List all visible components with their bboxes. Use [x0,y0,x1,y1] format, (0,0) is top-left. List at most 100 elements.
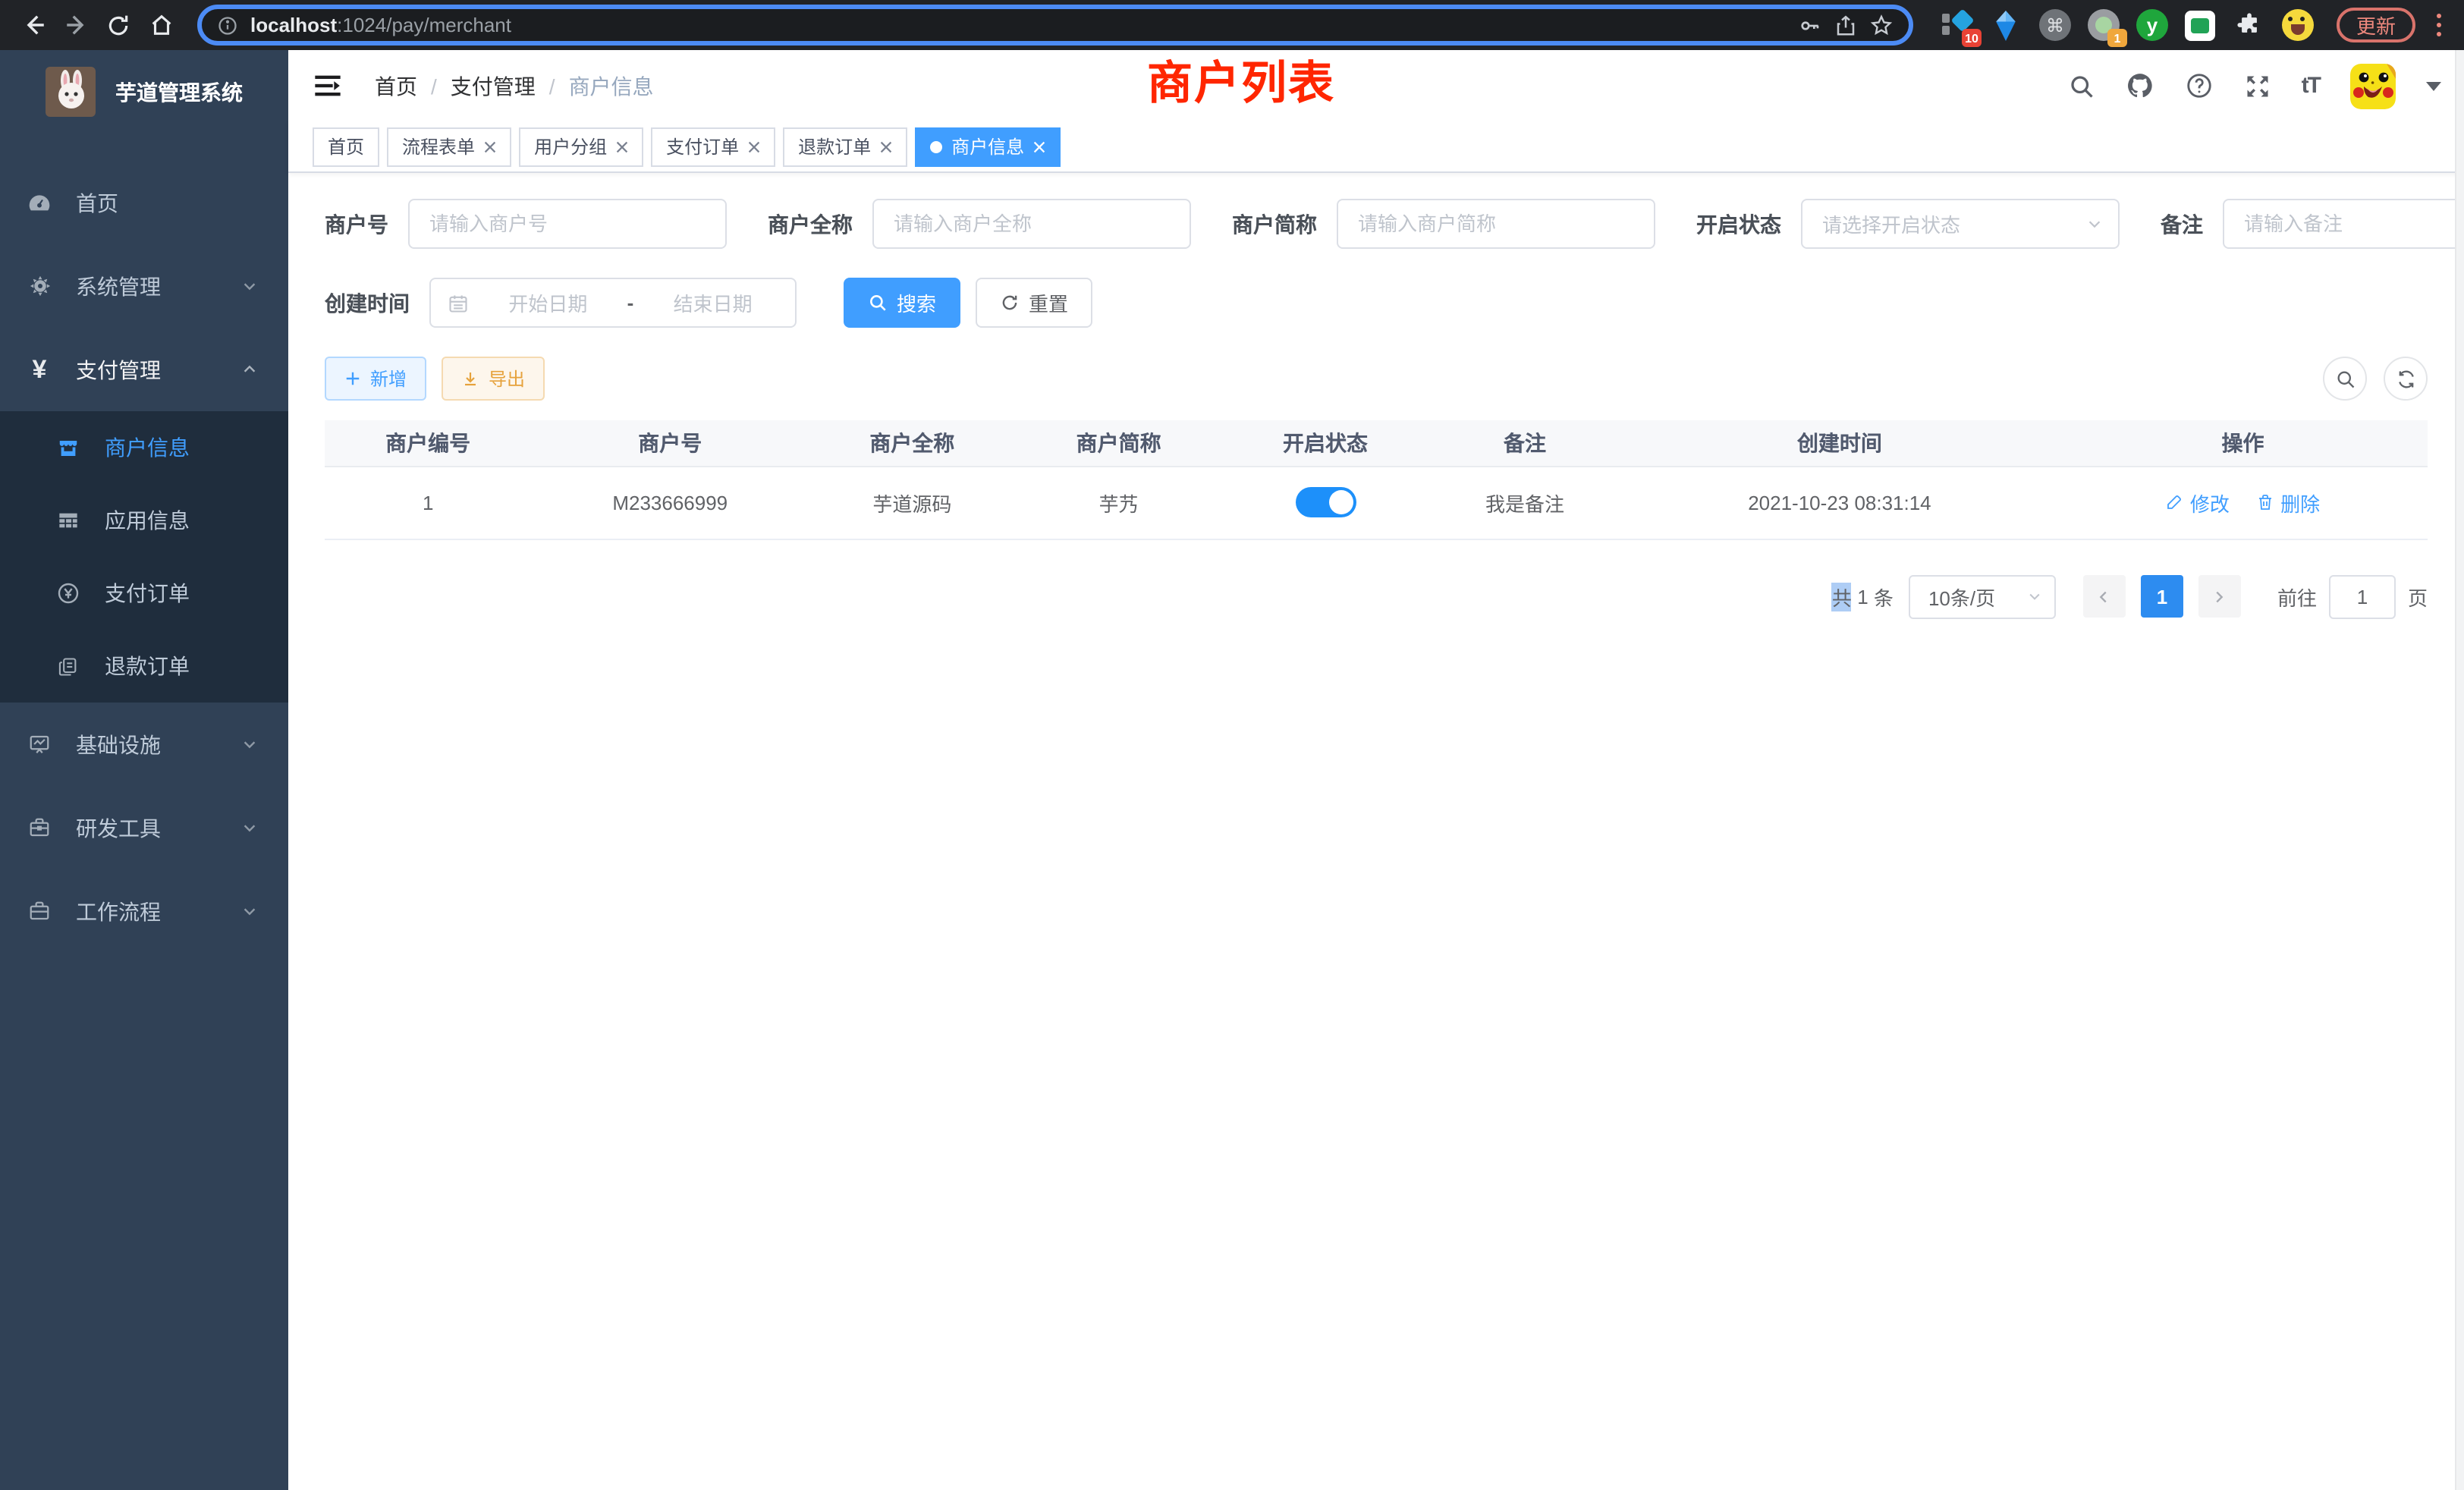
goto-page-input[interactable] [2329,574,2396,618]
edit-button[interactable]: 修改 [2166,488,2230,517]
filter-create-time: 创建时间 开始日期 - 结束日期 [325,278,797,328]
sidebar-item-refund-order[interactable]: 退款订单 [0,630,288,703]
column-header: 商户全称 [809,420,1015,466]
toolbox-icon [27,816,52,839]
avatar-dropdown-caret-icon[interactable] [2426,81,2441,90]
prev-page-button[interactable] [2083,575,2126,618]
add-button[interactable]: 新增 [325,357,426,401]
github-button[interactable] [2126,71,2154,100]
sidebar-item-payment[interactable]: ¥ 支付管理 [0,328,288,411]
breadcrumb-home[interactable]: 首页 [375,71,417,101]
full-name-input[interactable] [872,199,1191,249]
browser-reload-button[interactable] [100,7,137,43]
close-icon[interactable] [1033,140,1045,152]
export-button[interactable]: 导出 [442,357,545,401]
status-toggle[interactable] [1295,487,1356,517]
short-name-input[interactable] [1337,199,1655,249]
close-icon[interactable] [748,140,760,152]
cell-merchant-no: M233666999 [531,466,809,539]
total-prefix: 共 [1832,582,1852,611]
table-toolbar: 新增 导出 [325,357,2428,401]
bookmark-star-icon[interactable] [1869,13,1894,37]
password-key-icon[interactable] [1798,13,1822,37]
date-separator: - [627,291,634,314]
extension-badge: 10 [1962,29,1982,47]
close-icon[interactable] [616,140,628,152]
sidebar-item-infrastructure[interactable]: 基础设施 [0,703,288,786]
sidebar-item-workflow[interactable]: 工作流程 [0,869,288,953]
sidebar-collapse-button[interactable] [311,69,344,102]
browser-update-button[interactable]: 更新 [2337,8,2415,42]
tag-label: 流程表单 [402,134,475,159]
tag-process-form[interactable]: 流程表单 [387,127,511,166]
sidebar-item-merchant-info[interactable]: 商户信息 [0,411,288,484]
screen: localhost:1024/pay/merchant 10 ⌘ 1 [0,0,2464,1490]
app-shell: 芋道管理系统 首页 系统管理 [0,50,2464,1490]
user-avatar[interactable] [2350,63,2396,108]
fullscreen-icon [2244,72,2271,99]
chevron-down-icon [2086,215,2103,232]
remark-input[interactable] [2223,199,2464,249]
help-button[interactable] [2185,71,2214,100]
column-header: 备注 [1428,420,1621,466]
page-1-button[interactable]: 1 [2141,575,2183,618]
filter-remark: 备注 [2161,199,2464,249]
share-icon[interactable] [1834,13,1857,37]
sidebar-logo[interactable]: 芋道管理系统 [0,50,288,134]
browser-back-button[interactable] [15,7,52,43]
sidebar-item-home[interactable]: 首页 [0,161,288,244]
page-size-select[interactable]: 10条/页 [1909,574,2056,618]
extension-y-icon[interactable]: y [2135,8,2170,42]
reset-button[interactable]: 重置 [976,278,1092,328]
sidebar-item-label: 商户信息 [105,432,190,463]
extension-recorder-icon[interactable]: 1 [2086,8,2121,42]
status-select[interactable]: 请选择开启状态 [1801,199,2120,249]
tag-label: 商户信息 [951,134,1024,159]
tag-merchant-info-active[interactable]: 商户信息 [915,127,1061,166]
sidebar-item-system[interactable]: 系统管理 [0,244,288,328]
close-icon[interactable] [880,140,892,152]
browser-menu-button[interactable] [2428,8,2449,42]
sidebar-item-dev-tools[interactable]: 研发工具 [0,786,288,869]
extension-command-icon[interactable]: ⌘ [2038,8,2073,42]
search-button[interactable] [2068,72,2095,99]
total-count: 共 1 条 [1832,582,1894,611]
fullscreen-button[interactable] [2244,72,2271,99]
button-label: 修改 [2190,488,2230,517]
cell-full-name: 芋道源码 [809,466,1015,539]
main-area: 首页 / 支付管理 / 商户信息 商户列表 [288,50,2464,1490]
extension-pin-icon[interactable] [1989,8,2024,42]
refresh-table-button[interactable] [2384,357,2428,401]
tag-home[interactable]: 首页 [313,127,379,166]
profile-avatar-icon[interactable] [2280,8,2315,42]
column-header: 商户简称 [1016,420,1222,466]
chevron-down-icon [241,274,258,298]
search-submit-button[interactable]: 搜索 [844,278,960,328]
cell-create-time: 2021-10-23 08:31:14 [1621,466,2058,539]
extension-tasks-icon[interactable]: 10 [1941,8,1975,42]
breadcrumb-payment[interactable]: 支付管理 [451,71,536,101]
start-date-placeholder[interactable]: 开始日期 [482,288,614,317]
end-date-placeholder[interactable]: 结束日期 [647,288,778,317]
sidebar-item-app-info[interactable]: 应用信息 [0,484,288,557]
sidebar-item-pay-order[interactable]: 支付订单 [0,557,288,630]
merchant-no-input[interactable] [408,199,727,249]
hide-search-button[interactable] [2323,357,2367,401]
page-title-annotation: 商户列表 [1147,55,1335,115]
question-circle-icon [2185,71,2214,100]
browser-forward-button[interactable] [58,7,94,43]
window-scrollbar[interactable] [2455,50,2464,1490]
extension-chat-icon[interactable] [2183,8,2218,42]
next-page-button[interactable] [2198,575,2241,618]
tag-user-group[interactable]: 用户分组 [519,127,643,166]
font-size-button[interactable]: tT [2302,73,2320,99]
address-bar[interactable]: localhost:1024/pay/merchant [197,5,1913,46]
tag-refund-order[interactable]: 退款订单 [783,127,907,166]
browser-home-button[interactable] [143,7,179,43]
extensions-puzzle-icon[interactable] [2232,8,2267,42]
tag-pay-order[interactable]: 支付订单 [651,127,775,166]
create-time-range-picker[interactable]: 开始日期 - 结束日期 [429,278,797,328]
delete-button[interactable]: 删除 [2256,488,2320,517]
site-info-icon[interactable] [217,14,238,36]
close-icon[interactable] [484,140,496,152]
